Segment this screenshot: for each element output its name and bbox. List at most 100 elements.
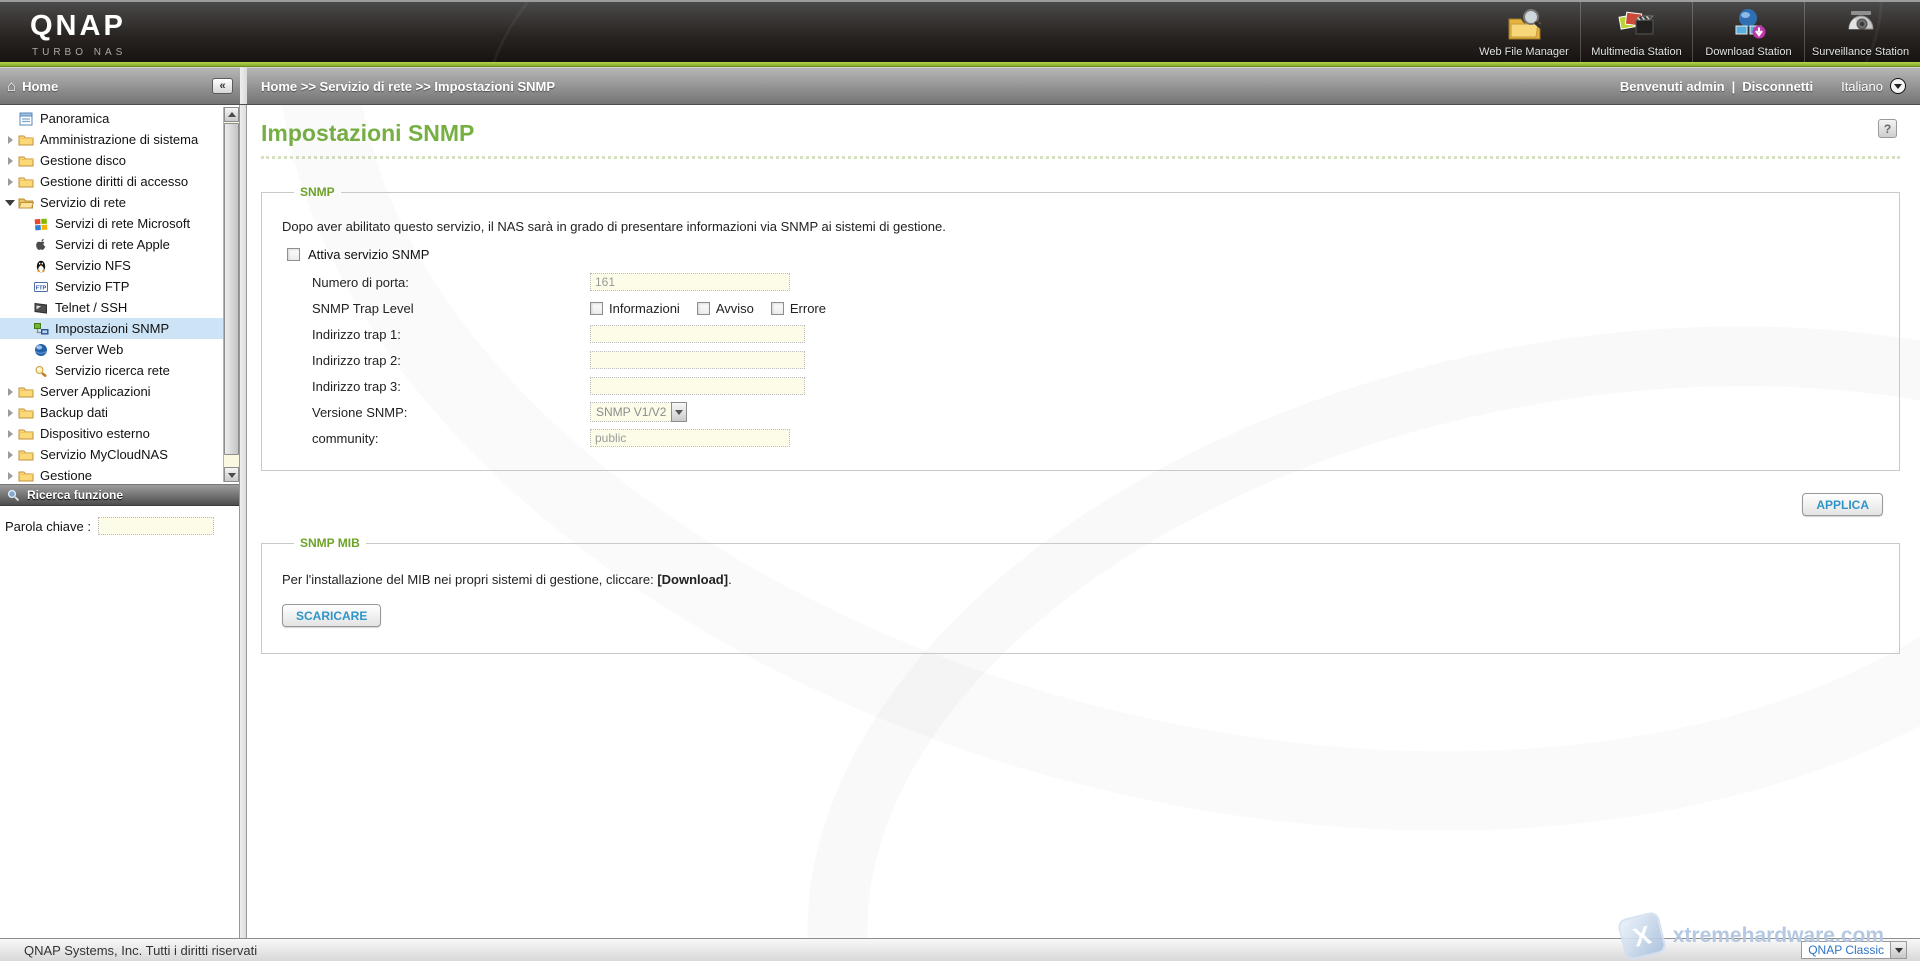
tree-item-label: Servizio FTP bbox=[55, 279, 130, 294]
station-web-file-manager[interactable]: Web File Manager bbox=[1468, 2, 1580, 62]
sidebar: Panoramica Amministrazione di sistema Ge… bbox=[0, 105, 240, 938]
function-search-header: Ricerca funzione bbox=[0, 484, 239, 506]
theme-select-arrow-button[interactable] bbox=[1890, 942, 1906, 958]
enable-snmp-label: Attiva servizio SNMP bbox=[308, 247, 430, 262]
tree-item-servizi-di-rete-microsoft[interactable]: Servizi di rete Microsoft bbox=[0, 213, 224, 234]
station-surveillance[interactable]: Surveillance Station bbox=[1804, 2, 1916, 62]
tree-item-gestione-disco[interactable]: Gestione disco bbox=[0, 150, 224, 171]
search-icon bbox=[7, 489, 20, 501]
avviso-label: Avviso bbox=[715, 300, 754, 316]
tree-item-label: Backup dati bbox=[40, 405, 108, 420]
trap-level-row: SNMP Trap Level Informazioni Avviso Erro… bbox=[312, 298, 1879, 318]
informazioni-checkbox[interactable] bbox=[590, 301, 603, 315]
tree-item-servizi-di-rete-apple[interactable]: Servizi di rete Apple bbox=[0, 234, 224, 255]
tree-item-backup-dati[interactable]: Backup dati bbox=[0, 402, 224, 423]
tree-item-telnet-ssh[interactable]: Telnet / SSH bbox=[0, 297, 224, 318]
sidebar-splitter[interactable] bbox=[240, 105, 247, 938]
expand-arrow-icon[interactable] bbox=[4, 134, 16, 146]
select-arrow-button[interactable] bbox=[671, 402, 688, 422]
title-separator bbox=[261, 156, 1900, 159]
station-shortcuts: Web File Manager Multimedia Station Down… bbox=[1468, 2, 1916, 62]
station-download[interactable]: Download Station bbox=[1692, 2, 1804, 62]
tree-item-panoramica[interactable]: Panoramica bbox=[0, 108, 224, 129]
expand-arrow-icon[interactable] bbox=[4, 176, 16, 188]
scroll-up-button[interactable] bbox=[224, 107, 239, 122]
scrollbar-thumb[interactable] bbox=[224, 123, 239, 455]
keyword-input[interactable] bbox=[98, 517, 214, 535]
trap2-label: Indirizzo trap 2: bbox=[312, 352, 401, 368]
navigation-tree: Panoramica Amministrazione di sistema Ge… bbox=[0, 105, 239, 484]
snmp-legend: SNMP bbox=[300, 185, 335, 199]
avviso-checkbox[interactable] bbox=[696, 301, 710, 315]
folder-open-icon bbox=[18, 195, 34, 211]
trap1-label: Indirizzo trap 1: bbox=[312, 326, 401, 342]
tree-item-label: Servizi di rete Microsoft bbox=[55, 216, 191, 231]
scroll-down-icon bbox=[228, 473, 236, 478]
trap2-input[interactable] bbox=[590, 351, 805, 369]
language-dropdown-icon[interactable] bbox=[1890, 78, 1906, 94]
welcome-text: Benvenuti admin bbox=[1619, 78, 1725, 94]
community-label: community: bbox=[312, 430, 379, 446]
keyword-label: Parola chiave : bbox=[5, 518, 91, 534]
tree-item-dispositivo-esterno[interactable]: Dispositivo esterno bbox=[0, 423, 224, 444]
tree-item-servizio-di-rete[interactable]: Servizio di rete bbox=[0, 192, 224, 213]
enable-snmp-row: Attiva servizio SNMP bbox=[287, 247, 1879, 262]
informazioni-label: Informazioni bbox=[609, 300, 680, 316]
expand-arrow-icon[interactable] bbox=[4, 407, 16, 419]
tree-item-label: Servizio di rete bbox=[40, 195, 126, 210]
tree-item-label: Gestione disco bbox=[40, 153, 126, 168]
station-label: Download Station bbox=[1705, 46, 1792, 58]
folder-icon bbox=[18, 384, 34, 400]
mib-text-after: . bbox=[728, 572, 732, 587]
terminal-icon bbox=[33, 300, 49, 316]
ftp-icon: FTP bbox=[33, 279, 49, 295]
home-icon: ⌂ bbox=[7, 77, 17, 95]
trap3-input[interactable] bbox=[590, 377, 805, 395]
snmp-version-select[interactable]: SNMP V1/V2 bbox=[590, 402, 688, 422]
community-input[interactable] bbox=[590, 429, 790, 447]
tree-item-label: Servizio NFS bbox=[55, 258, 131, 273]
tree-item-impostazioni-snmp[interactable]: Impostazioni SNMP bbox=[0, 318, 224, 339]
tree-item-servizio-mycloudnas[interactable]: Servizio MyCloudNAS bbox=[0, 444, 224, 465]
tree-item-amministrazione-di-sistema[interactable]: Amministrazione di sistema bbox=[0, 129, 224, 150]
tree-item-gestione-diritti-di-accesso[interactable]: Gestione diritti di accesso bbox=[0, 171, 224, 192]
chevron-down-icon bbox=[1894, 947, 1903, 953]
expand-arrow-icon[interactable] bbox=[4, 428, 16, 440]
errore-checkbox[interactable] bbox=[770, 301, 784, 315]
trap2-row: Indirizzo trap 2: bbox=[312, 350, 1879, 370]
download-mib-button[interactable]: SCARICARE bbox=[282, 604, 382, 627]
snmp-version-value: SNMP V1/V2 bbox=[596, 405, 667, 419]
snmp-fieldset: SNMP Dopo aver abilitato questo servizio… bbox=[261, 185, 1900, 471]
tree-item-servizio-ftp[interactable]: FTP Servizio FTP bbox=[0, 276, 224, 297]
expand-arrow-icon[interactable] bbox=[4, 449, 16, 461]
tree-scrollbar bbox=[223, 107, 239, 482]
folder-icon bbox=[18, 153, 34, 169]
expand-arrow-icon[interactable] bbox=[4, 197, 16, 209]
station-multimedia[interactable]: Multimedia Station bbox=[1580, 2, 1692, 62]
port-label: Numero di porta: bbox=[312, 274, 409, 290]
enable-snmp-checkbox[interactable] bbox=[287, 248, 300, 261]
theme-select[interactable]: QNAP Classic bbox=[1801, 941, 1907, 959]
trap-level-option: Errore bbox=[770, 301, 826, 316]
tree-item-server-web[interactable]: Server Web bbox=[0, 339, 224, 360]
multimedia-station-icon bbox=[1617, 7, 1657, 43]
trap1-input[interactable] bbox=[590, 325, 805, 343]
overview-icon bbox=[18, 111, 34, 127]
expand-arrow-icon[interactable] bbox=[4, 155, 16, 167]
expand-arrow-icon[interactable] bbox=[4, 386, 16, 398]
folder-icon bbox=[18, 468, 34, 484]
tree-item-server-applicazioni[interactable]: Server Applicazioni bbox=[0, 381, 224, 402]
web-file-manager-icon bbox=[1504, 7, 1544, 43]
tree-item-gestione[interactable]: Gestione bbox=[0, 465, 224, 484]
collapse-sidebar-button[interactable]: « bbox=[212, 78, 233, 94]
scroll-down-button[interactable] bbox=[224, 467, 239, 482]
tree-item-label: Amministrazione di sistema bbox=[40, 132, 199, 147]
help-button[interactable]: ? bbox=[1878, 119, 1897, 138]
logout-link[interactable]: Disconnetti bbox=[1742, 79, 1813, 94]
tree-item-servizio-nfs[interactable]: Servizio NFS bbox=[0, 255, 224, 276]
tree-item-label: Telnet / SSH bbox=[55, 300, 128, 315]
expand-arrow-icon[interactable] bbox=[4, 470, 16, 482]
port-input[interactable] bbox=[590, 273, 790, 291]
apply-button[interactable]: APPLICA bbox=[1802, 493, 1883, 516]
tree-item-servizio-ricerca-rete[interactable]: Servizio ricerca rete bbox=[0, 360, 224, 381]
